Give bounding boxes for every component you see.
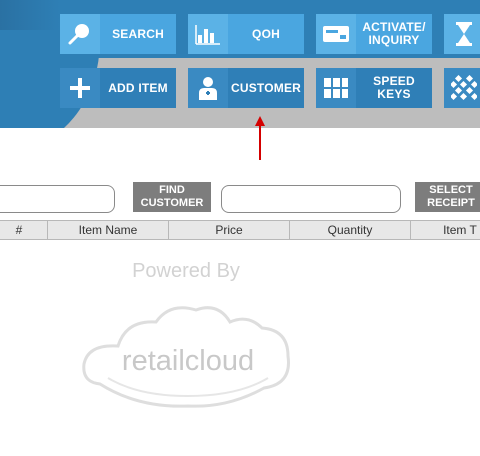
content-panel-tab xyxy=(130,128,480,168)
add-item-label: ADD ITEM xyxy=(108,80,168,95)
annotation-arrow xyxy=(259,124,261,160)
column-header-item-type[interactable]: Item T xyxy=(410,220,480,240)
customer-button[interactable]: CUSTOMER xyxy=(188,68,304,108)
grid-icon xyxy=(444,68,480,108)
column-header-quantity[interactable]: Quantity xyxy=(289,220,411,240)
receipt-search-input[interactable] xyxy=(221,185,401,213)
speed-keys-label: SPEED KEYS xyxy=(373,74,415,101)
customer-label: CUSTOMER xyxy=(230,80,302,95)
bar-chart-icon xyxy=(188,14,228,54)
column-header-item-name[interactable]: Item Name xyxy=(47,220,169,240)
column-header-price[interactable]: Price xyxy=(168,220,290,240)
select-receipt-button[interactable]: SELECT RECEIPT xyxy=(415,182,480,212)
card-icon xyxy=(316,14,356,54)
hourglass-button[interactable] xyxy=(444,14,480,54)
powered-by-text: Powered By xyxy=(132,260,240,282)
search-button[interactable]: SEARCH xyxy=(60,14,176,54)
hourglass-icon xyxy=(444,14,480,54)
activate-inquiry-label: ACTIVATE/ INQUIRY xyxy=(362,20,426,47)
column-header-number[interactable]: # xyxy=(0,220,48,240)
keypad-icon xyxy=(316,68,356,108)
add-item-button[interactable]: ADD ITEM xyxy=(60,68,176,108)
search-icon xyxy=(60,14,100,54)
grid-button[interactable] xyxy=(444,68,480,108)
items-table-header: # Item Name Price Quantity Item T xyxy=(0,220,480,240)
plus-icon xyxy=(60,68,100,108)
person-icon xyxy=(188,68,228,108)
find-customer-button[interactable]: FIND CUSTOMER xyxy=(133,182,211,212)
retailcloud-logo: retailcloud xyxy=(78,300,298,415)
brand-text: retailcloud xyxy=(122,345,254,377)
search-label: SEARCH xyxy=(112,26,164,41)
qoh-button[interactable]: QOH xyxy=(188,14,304,54)
activate-inquiry-button[interactable]: ACTIVATE/ INQUIRY xyxy=(316,14,432,54)
qoh-label: QOH xyxy=(252,26,280,41)
customer-search-input[interactable] xyxy=(0,185,115,213)
pos-screen: SEARCH QOH ACTIVATE/ INQUIRY ADD ITEM CU… xyxy=(0,0,480,456)
speed-keys-button[interactable]: SPEED KEYS xyxy=(316,68,432,108)
